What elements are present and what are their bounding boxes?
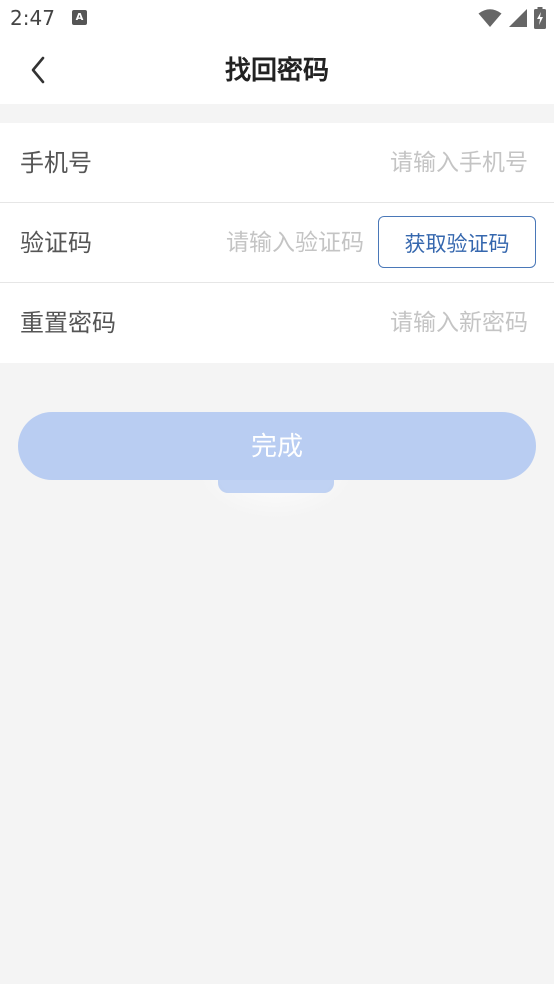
code-label: 验证码 xyxy=(20,229,92,257)
back-button[interactable] xyxy=(20,52,56,88)
status-bar: 2:47 A xyxy=(0,0,554,38)
phone-row: 手机号 xyxy=(0,123,554,203)
get-code-button[interactable]: 获取验证码 xyxy=(378,216,536,268)
chevron-left-icon xyxy=(31,56,45,84)
new-password-input[interactable] xyxy=(228,303,528,343)
page-title: 找回密码 xyxy=(224,56,329,86)
battery-charging-icon xyxy=(534,7,546,29)
status-time: 2:47 xyxy=(10,6,55,30)
nav-bar: 找回密码 xyxy=(0,38,554,104)
wifi-icon xyxy=(478,9,502,27)
phone-label: 手机号 xyxy=(20,149,92,177)
phone-input[interactable] xyxy=(228,143,528,183)
submit-button[interactable]: 完成 xyxy=(18,412,536,480)
password-row: 重置密码 xyxy=(0,283,554,363)
password-label: 重置密码 xyxy=(20,309,116,337)
signal-icon xyxy=(509,9,527,27)
reset-password-form: 手机号 验证码 获取验证码 重置密码 xyxy=(0,123,554,363)
status-icons xyxy=(478,7,546,29)
code-input[interactable] xyxy=(144,223,364,263)
code-row: 验证码 获取验证码 xyxy=(0,203,554,283)
app-notification-icon: A xyxy=(72,10,87,25)
